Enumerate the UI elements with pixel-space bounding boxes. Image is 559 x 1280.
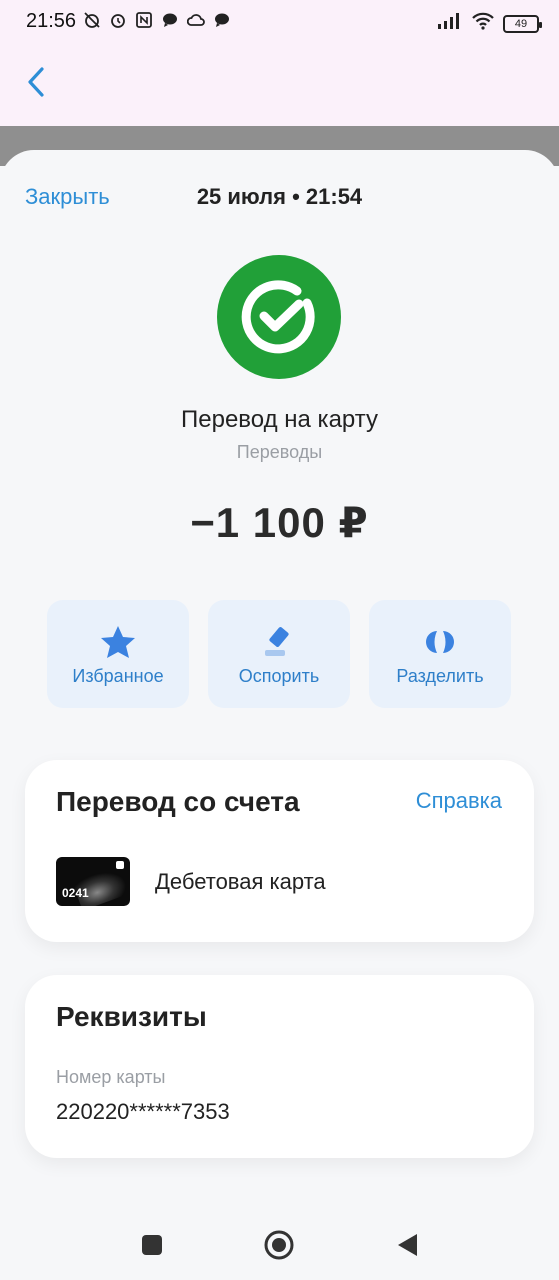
transaction-datetime: 25 июля • 21:54 bbox=[196, 184, 363, 209]
requisites-title: Реквизиты bbox=[56, 1001, 207, 1032]
circle-icon bbox=[264, 1230, 294, 1260]
back-nav-button[interactable] bbox=[392, 1230, 422, 1260]
card-number-value: 220220******7353 bbox=[56, 1099, 230, 1124]
recents-button[interactable] bbox=[137, 1230, 167, 1260]
account-name[interactable]: Дебетовая карта bbox=[155, 869, 326, 895]
alarm-off-icon bbox=[82, 10, 102, 30]
status-icons-left bbox=[82, 10, 232, 30]
favorite-button[interactable]: Избранное bbox=[47, 600, 189, 708]
triangle-back-icon bbox=[398, 1234, 417, 1256]
battery-icon: 49 bbox=[503, 14, 542, 33]
signal-icon bbox=[437, 12, 463, 35]
home-button[interactable] bbox=[264, 1230, 294, 1260]
alarm-icon bbox=[108, 10, 128, 30]
split-button[interactable]: Разделить bbox=[369, 600, 511, 708]
chevron-left-icon bbox=[28, 67, 44, 97]
status-icons-right: 49 bbox=[437, 12, 542, 35]
gavel-icon bbox=[259, 622, 299, 662]
help-link[interactable]: Справка bbox=[416, 788, 502, 814]
transaction-title: Перевод на карту bbox=[181, 406, 378, 433]
dispute-button[interactable]: Оспорить bbox=[208, 600, 350, 708]
transaction-sheet: Закрыть 25 июля • 21:54 Перевод на карту… bbox=[0, 150, 559, 1280]
wifi-icon bbox=[471, 12, 495, 35]
system-nav-bar bbox=[0, 1208, 559, 1280]
status-time: 21:56 bbox=[26, 10, 77, 32]
message-icon bbox=[212, 10, 232, 30]
source-account-card: Перевод со счета Справка 0241 Дебетовая … bbox=[25, 760, 534, 942]
card-number-label: Номер карты bbox=[56, 1067, 166, 1087]
source-card-title: Перевод со счета bbox=[56, 786, 300, 817]
app-bar bbox=[0, 44, 559, 126]
cloud-icon bbox=[186, 10, 206, 30]
action-buttons: Избранное Оспорить Разделить bbox=[47, 600, 511, 708]
nfc-icon bbox=[134, 10, 154, 30]
back-button[interactable] bbox=[22, 64, 52, 100]
transaction-category: Переводы bbox=[236, 442, 323, 462]
bank-card-thumbnail: 0241 bbox=[56, 857, 130, 906]
card-last-digits: 0241 bbox=[62, 886, 89, 900]
transaction-amount: −1 100 ₽ bbox=[190, 499, 369, 546]
square-icon bbox=[142, 1235, 162, 1255]
requisites-card: Реквизиты Номер карты 220220******7353 bbox=[25, 975, 534, 1158]
sber-logo-icon bbox=[217, 255, 341, 379]
status-bar: 21:56 49 bbox=[0, 0, 559, 44]
chat-icon bbox=[160, 10, 180, 30]
star-icon bbox=[98, 622, 138, 662]
split-icon bbox=[420, 622, 460, 662]
